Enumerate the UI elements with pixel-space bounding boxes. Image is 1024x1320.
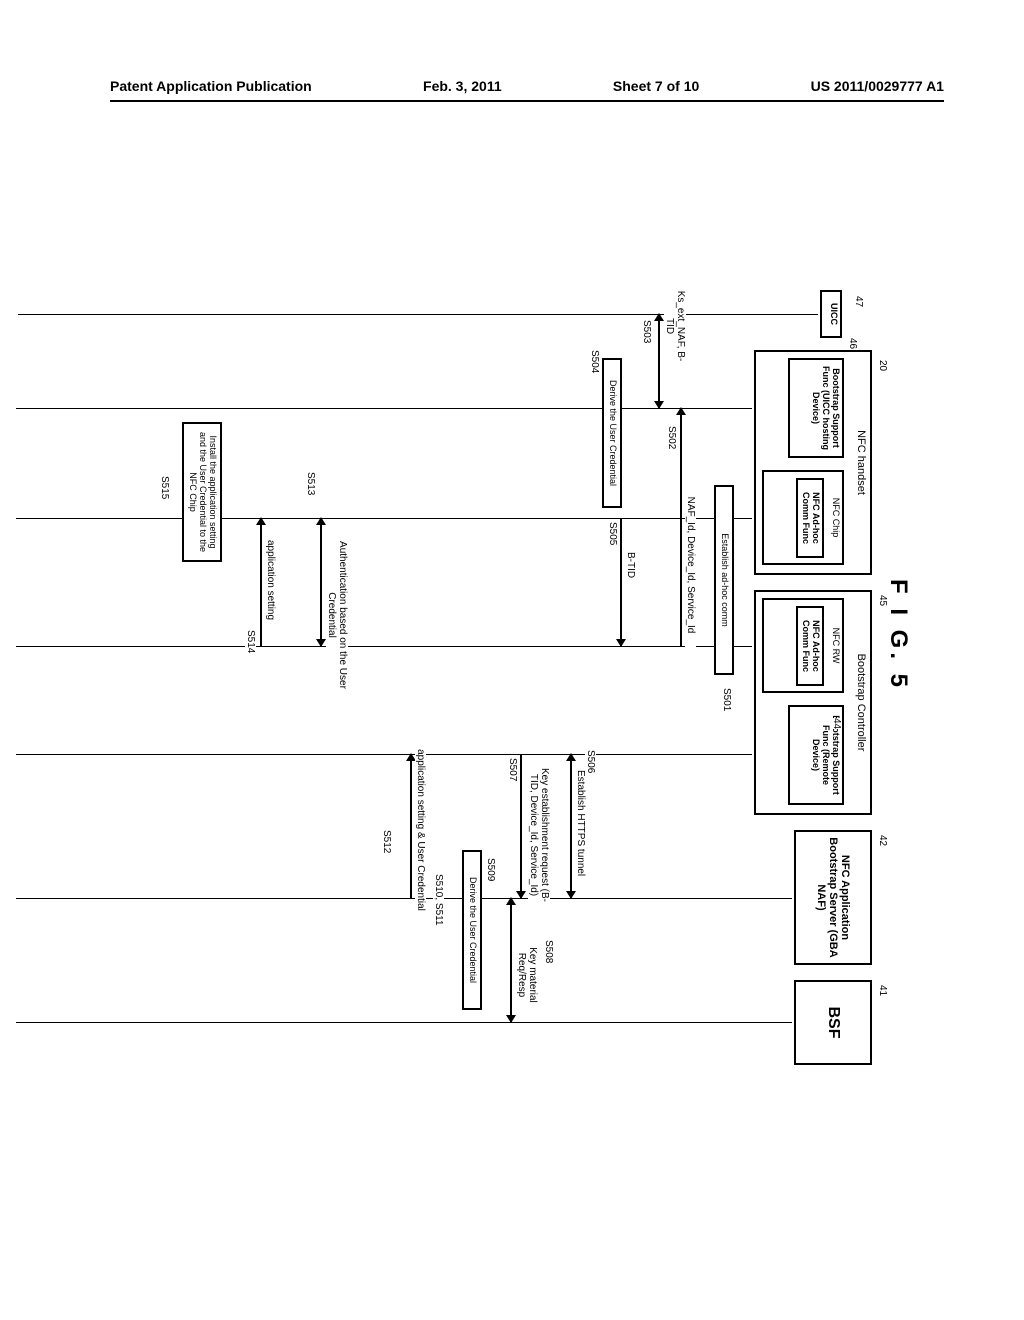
naf-num: 42 (877, 835, 888, 846)
nfcchip-label: NFC Chip (831, 498, 841, 538)
s515-step: S515 (159, 476, 170, 499)
handset-label: NFC handset (855, 430, 867, 495)
s513-arrow-l (321, 518, 323, 646)
s509-step: S509 (485, 858, 496, 881)
controller-label: Bootstrap Controller (855, 654, 867, 752)
remote-num: 44 (831, 718, 842, 729)
rwfunc-box: NFC Ad-hoc Comm Func (796, 606, 824, 686)
s515-box: Install the application setting and the … (182, 422, 222, 562)
s508-text: Key material Req/Resp (516, 930, 538, 1020)
sheet-num: Sheet 7 of 10 (613, 78, 699, 94)
bsf-num: 41 (877, 985, 888, 996)
s503-arrow-l (659, 314, 661, 408)
bsf46-num: 46 (847, 338, 858, 349)
nfcchip-lifeline (16, 518, 752, 519)
controller-num: 45 (877, 595, 888, 606)
s510-arrow (411, 754, 413, 898)
nfcrw-box: NFC RW NFC Ad-hoc Comm Func (762, 598, 844, 693)
s510-text: application setting & User Credential (415, 730, 426, 930)
s504-box: Derive the User Credential (602, 358, 622, 508)
naf-lifeline (16, 898, 792, 899)
s506-text: Establish HTTPS tunnel (575, 770, 586, 876)
pub-label: Patent Application Publication (110, 78, 312, 94)
handset-num: 20 (877, 360, 888, 371)
s509-box: Derive the User Credential (462, 850, 482, 1010)
sequence-diagram: F I G. 5 UICC 47 NFC handset 20 46 Boots… (0, 330, 882, 940)
naf-box: NFC Application Bootstrap Server (GBA NA… (794, 830, 872, 965)
s505-arrow (621, 518, 623, 646)
figure-title: F I G. 5 (884, 579, 912, 691)
uicc-lifeline (18, 314, 818, 315)
s505-step: S505 (607, 522, 618, 545)
nfcrw-label: NFC RW (831, 628, 841, 664)
bsf-box: BSF (794, 980, 872, 1065)
s506-step: S506 (585, 750, 596, 773)
s514-arrow (261, 518, 263, 646)
s506-arrow-l (571, 754, 573, 898)
s501-step: S501 (721, 688, 732, 711)
remote-lifeline (16, 754, 752, 755)
uicc-num: 47 (853, 296, 864, 307)
bsf46-box: Bootstrap Support Func (UICC hosting Dev… (788, 358, 844, 458)
s503-step: S503 (641, 320, 652, 343)
s513-step: S513 (305, 472, 316, 495)
nfcfunc-box: NFC Ad-hoc Comm Func (796, 478, 824, 558)
s502-arrow (681, 408, 683, 646)
pub-number: US 2011/0029777 A1 (811, 78, 944, 94)
s503-text: Ks_ext_NAF, B-TID (664, 290, 686, 362)
s510-step: S510, S511 (433, 874, 444, 926)
s513-text: Authentication based on the User Credent… (326, 530, 348, 700)
s502-step: S502 (666, 426, 677, 449)
s507-text: Key establishment request (B-TID, Device… (528, 760, 550, 910)
s505-text: B-TID (625, 552, 636, 578)
s507-arrow (521, 754, 523, 898)
s507-step: S507 (507, 758, 518, 781)
bsf46-lifeline (16, 408, 752, 409)
s501-box: Establish ad-hoc comm (714, 485, 734, 675)
s514-step: S514 (245, 630, 256, 653)
uicc-box: UICC (820, 290, 842, 338)
bsf-lifeline (16, 1022, 792, 1023)
s502-text: NAF_Id, Device_Id, Service_Id (685, 460, 696, 670)
s514-text: application setting (265, 540, 276, 620)
nfcrw-lifeline (16, 646, 752, 647)
s512-step: S512 (381, 830, 392, 853)
nfcchip-box: NFC Chip NFC Ad-hoc Comm Func (762, 470, 844, 565)
s508-arrow-l (511, 898, 513, 1022)
pub-date: Feb. 3, 2011 (423, 78, 502, 94)
s504-step: S504 (589, 350, 600, 373)
s508-step: S508 (543, 940, 554, 963)
